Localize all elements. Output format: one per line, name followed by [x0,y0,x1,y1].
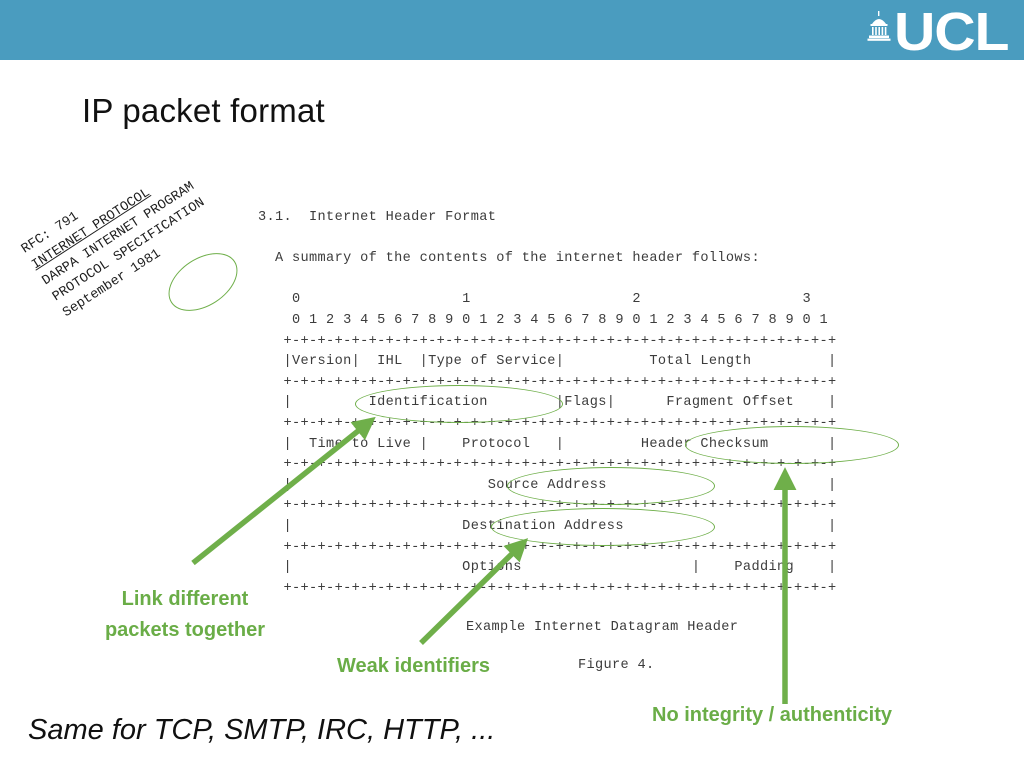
ucl-dome-icon [866,11,892,46]
rfc-spacer-1 [258,229,837,250]
rfc-bit-ruler-tens: 0 1 2 3 [258,292,811,308]
rfc-bit-ruler-units: 0 1 2 3 4 5 6 7 8 9 0 1 2 3 4 5 6 7 8 9 … [258,312,829,328]
rfc-diagram-row: |Version| IHL |Type of Service| Total Le… [258,354,837,370]
highlight-ellipse-source-address [507,467,715,505]
rfc-diagram-row: +-+-+-+-+-+-+-+-+-+-+-+-+-+-+-+-+-+-+-+-… [258,374,837,390]
rfc-section-heading: 3.1. Internet Header Format [258,210,497,225]
rfc-source-caption: RFC: 791 INTERNET PROTOCOL DARPA INTERNE… [18,107,279,323]
highlight-ellipse-header-checksum [685,426,899,464]
rfc-diagram-row: +-+-+-+-+-+-+-+-+-+-+-+-+-+-+-+-+-+-+-+-… [258,333,837,349]
figure-number: Figure 4. [578,658,655,673]
rfc-diagram-row: | Options | Padding | [258,560,837,576]
figure-caption: Example Internet Datagram Header [466,620,739,635]
annotation-no-integrity: No integrity / authenticity [652,704,893,726]
header-banner: UCL [0,0,1024,60]
annotation-link-packets-line2: packets together [104,619,266,641]
annotation-link-packets-line1: Link different [121,588,249,610]
annotation-link-packets: Link different packets together [80,584,290,646]
bottom-note: Same for TCP, SMTP, IRC, HTTP, ... [28,714,496,746]
highlight-ellipse-identification [355,385,563,423]
ucl-logo: UCL [866,2,1010,59]
annotation-weak-identifiers: Weak identifiers [337,655,491,677]
rfc-diagram-row: +-+-+-+-+-+-+-+-+-+-+-+-+-+-+-+-+-+-+-+-… [258,580,837,596]
rfc-intro-text: A summary of the contents of the interne… [258,251,760,267]
ucl-wordmark: UCL [894,2,1010,62]
highlight-ellipse-destination-address [491,508,715,546]
rfc-spacer-2 [258,270,837,291]
